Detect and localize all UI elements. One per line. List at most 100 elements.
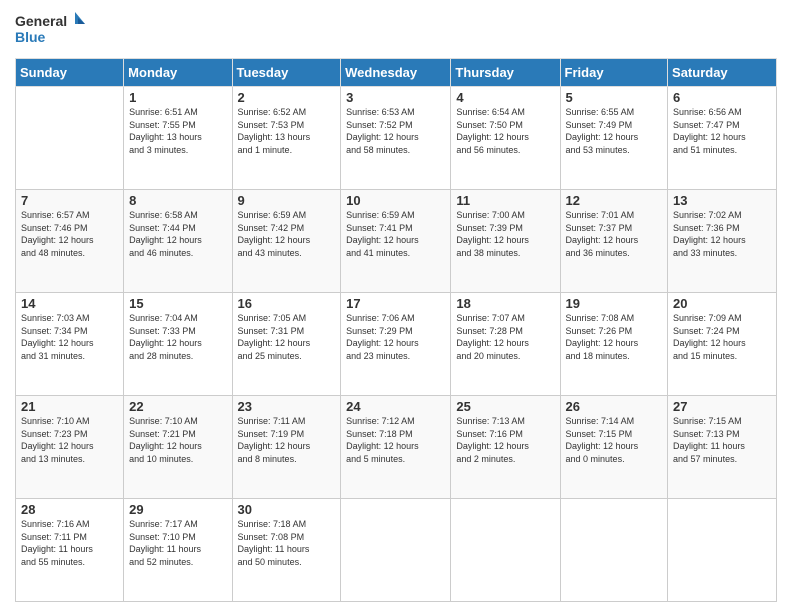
calendar-cell: 26Sunrise: 7:14 AM Sunset: 7:15 PM Dayli… [560,396,668,499]
calendar-cell: 28Sunrise: 7:16 AM Sunset: 7:11 PM Dayli… [16,499,124,602]
calendar-cell: 7Sunrise: 6:57 AM Sunset: 7:46 PM Daylig… [16,190,124,293]
day-info: Sunrise: 7:10 AM Sunset: 7:21 PM Dayligh… [129,415,226,465]
day-info: Sunrise: 6:54 AM Sunset: 7:50 PM Dayligh… [456,106,554,156]
calendar-cell: 15Sunrise: 7:04 AM Sunset: 7:33 PM Dayli… [124,293,232,396]
day-number: 14 [21,296,118,311]
calendar-cell: 10Sunrise: 6:59 AM Sunset: 7:41 PM Dayli… [341,190,451,293]
header: General Blue [15,10,777,50]
day-number: 10 [346,193,445,208]
day-number: 22 [129,399,226,414]
calendar-cell [341,499,451,602]
calendar-cell [451,499,560,602]
day-info: Sunrise: 6:58 AM Sunset: 7:44 PM Dayligh… [129,209,226,259]
day-info: Sunrise: 7:09 AM Sunset: 7:24 PM Dayligh… [673,312,771,362]
calendar-cell: 9Sunrise: 6:59 AM Sunset: 7:42 PM Daylig… [232,190,341,293]
calendar-day-header: Thursday [451,59,560,87]
day-number: 18 [456,296,554,311]
day-number: 8 [129,193,226,208]
day-info: Sunrise: 6:51 AM Sunset: 7:55 PM Dayligh… [129,106,226,156]
calendar-cell: 2Sunrise: 6:52 AM Sunset: 7:53 PM Daylig… [232,87,341,190]
day-number: 1 [129,90,226,105]
day-info: Sunrise: 7:10 AM Sunset: 7:23 PM Dayligh… [21,415,118,465]
calendar-cell: 30Sunrise: 7:18 AM Sunset: 7:08 PM Dayli… [232,499,341,602]
calendar-cell: 3Sunrise: 6:53 AM Sunset: 7:52 PM Daylig… [341,87,451,190]
calendar-cell: 11Sunrise: 7:00 AM Sunset: 7:39 PM Dayli… [451,190,560,293]
calendar-day-header: Saturday [668,59,777,87]
day-info: Sunrise: 7:16 AM Sunset: 7:11 PM Dayligh… [21,518,118,568]
day-info: Sunrise: 6:53 AM Sunset: 7:52 PM Dayligh… [346,106,445,156]
day-number: 3 [346,90,445,105]
calendar-cell: 20Sunrise: 7:09 AM Sunset: 7:24 PM Dayli… [668,293,777,396]
calendar-cell: 4Sunrise: 6:54 AM Sunset: 7:50 PM Daylig… [451,87,560,190]
day-number: 23 [238,399,336,414]
day-info: Sunrise: 7:07 AM Sunset: 7:28 PM Dayligh… [456,312,554,362]
calendar-cell: 16Sunrise: 7:05 AM Sunset: 7:31 PM Dayli… [232,293,341,396]
day-number: 11 [456,193,554,208]
calendar-day-header: Tuesday [232,59,341,87]
calendar-week-row: 1Sunrise: 6:51 AM Sunset: 7:55 PM Daylig… [16,87,777,190]
calendar-week-row: 7Sunrise: 6:57 AM Sunset: 7:46 PM Daylig… [16,190,777,293]
calendar-header-row: SundayMondayTuesdayWednesdayThursdayFrid… [16,59,777,87]
day-number: 29 [129,502,226,517]
day-number: 15 [129,296,226,311]
calendar-cell: 24Sunrise: 7:12 AM Sunset: 7:18 PM Dayli… [341,396,451,499]
day-info: Sunrise: 7:03 AM Sunset: 7:34 PM Dayligh… [21,312,118,362]
calendar-cell: 25Sunrise: 7:13 AM Sunset: 7:16 PM Dayli… [451,396,560,499]
calendar-cell: 6Sunrise: 6:56 AM Sunset: 7:47 PM Daylig… [668,87,777,190]
calendar-cell: 27Sunrise: 7:15 AM Sunset: 7:13 PM Dayli… [668,396,777,499]
day-number: 12 [566,193,663,208]
calendar-cell: 8Sunrise: 6:58 AM Sunset: 7:44 PM Daylig… [124,190,232,293]
day-number: 13 [673,193,771,208]
day-number: 21 [21,399,118,414]
day-number: 19 [566,296,663,311]
day-info: Sunrise: 6:55 AM Sunset: 7:49 PM Dayligh… [566,106,663,156]
calendar-table: SundayMondayTuesdayWednesdayThursdayFrid… [15,58,777,602]
day-number: 7 [21,193,118,208]
calendar-cell: 12Sunrise: 7:01 AM Sunset: 7:37 PM Dayli… [560,190,668,293]
day-number: 2 [238,90,336,105]
calendar-cell: 18Sunrise: 7:07 AM Sunset: 7:28 PM Dayli… [451,293,560,396]
logo-svg: General Blue [15,10,85,50]
day-info: Sunrise: 6:56 AM Sunset: 7:47 PM Dayligh… [673,106,771,156]
calendar-cell: 5Sunrise: 6:55 AM Sunset: 7:49 PM Daylig… [560,87,668,190]
day-number: 24 [346,399,445,414]
day-info: Sunrise: 7:00 AM Sunset: 7:39 PM Dayligh… [456,209,554,259]
day-info: Sunrise: 6:59 AM Sunset: 7:41 PM Dayligh… [346,209,445,259]
day-number: 25 [456,399,554,414]
day-number: 6 [673,90,771,105]
day-info: Sunrise: 7:02 AM Sunset: 7:36 PM Dayligh… [673,209,771,259]
day-number: 9 [238,193,336,208]
day-number: 4 [456,90,554,105]
day-info: Sunrise: 7:17 AM Sunset: 7:10 PM Dayligh… [129,518,226,568]
logo: General Blue [15,10,85,50]
calendar-cell: 13Sunrise: 7:02 AM Sunset: 7:36 PM Dayli… [668,190,777,293]
day-info: Sunrise: 6:59 AM Sunset: 7:42 PM Dayligh… [238,209,336,259]
day-number: 27 [673,399,771,414]
calendar-week-row: 14Sunrise: 7:03 AM Sunset: 7:34 PM Dayli… [16,293,777,396]
calendar-day-header: Monday [124,59,232,87]
calendar-day-header: Wednesday [341,59,451,87]
calendar-day-header: Sunday [16,59,124,87]
day-info: Sunrise: 6:57 AM Sunset: 7:46 PM Dayligh… [21,209,118,259]
day-info: Sunrise: 7:01 AM Sunset: 7:37 PM Dayligh… [566,209,663,259]
day-info: Sunrise: 7:08 AM Sunset: 7:26 PM Dayligh… [566,312,663,362]
day-info: Sunrise: 7:06 AM Sunset: 7:29 PM Dayligh… [346,312,445,362]
calendar-cell: 17Sunrise: 7:06 AM Sunset: 7:29 PM Dayli… [341,293,451,396]
calendar-cell: 21Sunrise: 7:10 AM Sunset: 7:23 PM Dayli… [16,396,124,499]
day-info: Sunrise: 7:13 AM Sunset: 7:16 PM Dayligh… [456,415,554,465]
day-info: Sunrise: 6:52 AM Sunset: 7:53 PM Dayligh… [238,106,336,156]
day-number: 16 [238,296,336,311]
calendar-week-row: 21Sunrise: 7:10 AM Sunset: 7:23 PM Dayli… [16,396,777,499]
calendar-cell: 1Sunrise: 6:51 AM Sunset: 7:55 PM Daylig… [124,87,232,190]
day-number: 5 [566,90,663,105]
calendar-cell: 14Sunrise: 7:03 AM Sunset: 7:34 PM Dayli… [16,293,124,396]
svg-text:General: General [15,13,67,29]
day-info: Sunrise: 7:11 AM Sunset: 7:19 PM Dayligh… [238,415,336,465]
day-number: 17 [346,296,445,311]
calendar-cell [668,499,777,602]
day-number: 26 [566,399,663,414]
day-number: 28 [21,502,118,517]
page: General Blue SundayMondayTuesdayWednesda… [0,0,792,612]
day-info: Sunrise: 7:05 AM Sunset: 7:31 PM Dayligh… [238,312,336,362]
calendar-cell: 19Sunrise: 7:08 AM Sunset: 7:26 PM Dayli… [560,293,668,396]
